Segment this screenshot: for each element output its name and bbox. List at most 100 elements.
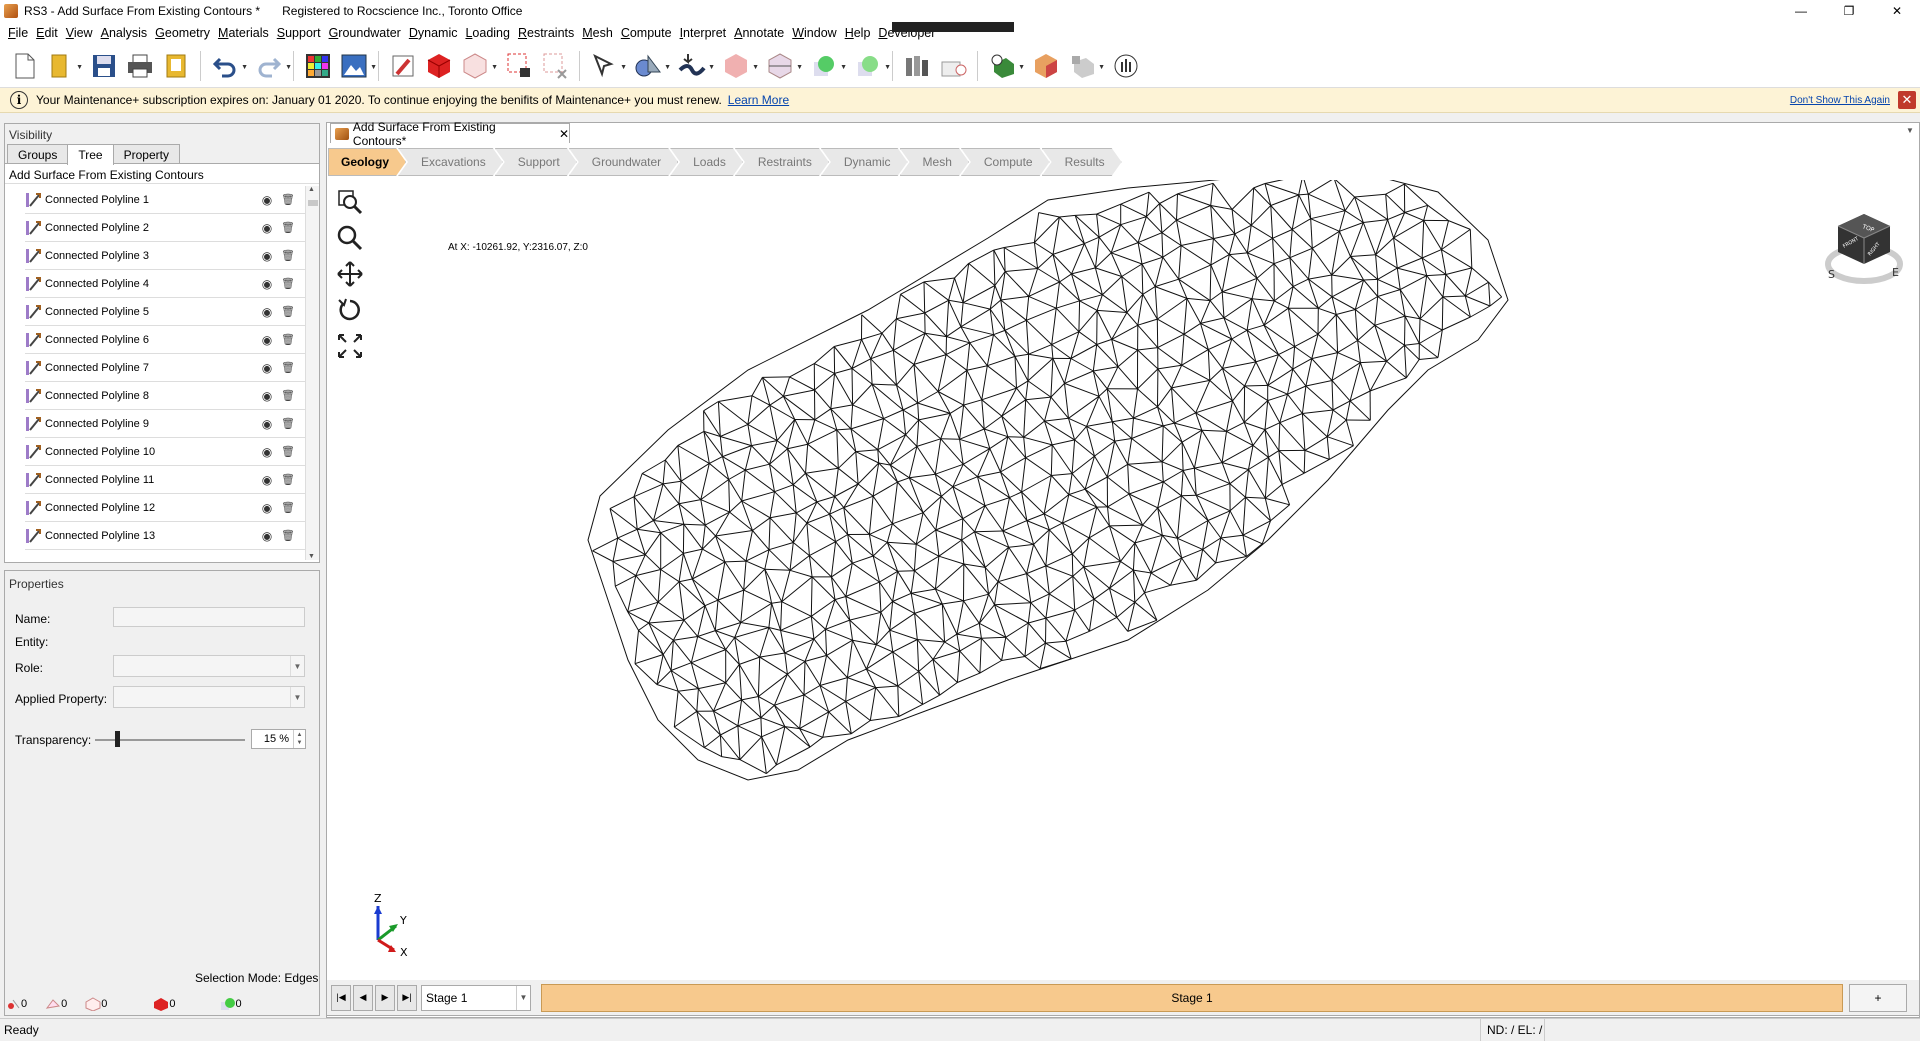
sketch-button[interactable]	[937, 50, 969, 82]
import-surface-button[interactable]: ▼	[676, 50, 708, 82]
menu-loading[interactable]: Loading	[465, 26, 510, 40]
stage-combo[interactable]: Stage 1▼	[421, 985, 531, 1011]
trash-icon[interactable]: 🗑	[281, 473, 295, 486]
next-stage-button[interactable]: ▶	[375, 985, 395, 1011]
close-tab-icon[interactable]: ✕	[559, 127, 569, 141]
selection-pointer-button[interactable]: ▼	[588, 50, 620, 82]
trash-icon[interactable]: 🗑	[281, 305, 295, 318]
eye-icon[interactable]: ◉	[259, 445, 275, 459]
menu-materials[interactable]: Materials	[218, 26, 269, 40]
workflow-step-restraints[interactable]: Restraints	[735, 148, 829, 176]
eye-icon[interactable]: ◉	[259, 277, 275, 291]
tree-row[interactable]: Connected Polyline 8◉🗑	[25, 382, 305, 410]
close-notice-icon[interactable]: ✕	[1898, 91, 1916, 109]
menu-dynamic[interactable]: Dynamic	[409, 26, 458, 40]
trash-icon[interactable]: 🗑	[281, 333, 295, 346]
prev-stage-button[interactable]: ◀	[353, 985, 373, 1011]
last-stage-button[interactable]: ▶|	[397, 985, 417, 1011]
shapes-button[interactable]: ▼	[632, 50, 664, 82]
eye-icon[interactable]: ◉	[259, 361, 275, 375]
applied-property-combo[interactable]: ▼	[113, 686, 305, 708]
tree-row[interactable]: Connected Polyline 2◉🗑	[25, 214, 305, 242]
tree-row[interactable]: Connected Polyline 1◉🗑	[25, 186, 305, 214]
hand-tool-button[interactable]	[1110, 50, 1142, 82]
add-stage-button[interactable]: +	[1849, 984, 1907, 1012]
slice-box-button[interactable]: ▼	[764, 50, 796, 82]
workflow-step-dynamic[interactable]: Dynamic	[821, 148, 908, 176]
eye-icon[interactable]: ◉	[259, 305, 275, 319]
open-file-button[interactable]: ▼	[44, 50, 76, 82]
eye-icon[interactable]: ◉	[259, 473, 275, 487]
eye-icon[interactable]: ◉	[259, 389, 275, 403]
menu-window[interactable]: Window	[792, 26, 836, 40]
menu-help[interactable]: Help	[845, 26, 871, 40]
eye-icon[interactable]: ◉	[259, 333, 275, 347]
menu-edit[interactable]: Edit	[36, 26, 58, 40]
redo-button[interactable]: ▼	[253, 50, 285, 82]
tab-property[interactable]: Property	[113, 144, 180, 163]
workflow-step-excavations[interactable]: Excavations	[398, 148, 503, 176]
tab-menu-chevron-icon[interactable]: ▼	[1906, 126, 1914, 135]
deselect-button[interactable]	[539, 50, 571, 82]
tree-row[interactable]: Connected Polyline 7◉🗑	[25, 354, 305, 382]
scroll-down-icon[interactable]: ▼	[308, 553, 315, 560]
menu-restraints[interactable]: Restraints	[518, 26, 574, 40]
name-field[interactable]	[113, 607, 305, 627]
tab-tree[interactable]: Tree	[67, 144, 113, 165]
pipeline-button[interactable]	[901, 50, 933, 82]
workflow-step-loads[interactable]: Loads	[670, 148, 743, 176]
menu-support[interactable]: Support	[277, 26, 321, 40]
transparency-slider-thumb[interactable]	[115, 731, 120, 747]
navigation-cube[interactable]: TOP FRONT RIGHT S E	[1818, 206, 1910, 296]
trash-icon[interactable]: 🗑	[281, 193, 295, 206]
tree-root-label[interactable]: Add Surface From Existing Contours	[5, 164, 319, 184]
edit-tool-button[interactable]	[387, 50, 419, 82]
tree-row[interactable]: Connected Polyline 11◉🗑	[25, 466, 305, 494]
menu-groundwater[interactable]: Groundwater	[329, 26, 401, 40]
trash-icon[interactable]: 🗑	[281, 529, 295, 542]
maximize-button[interactable]: ❐	[1826, 0, 1872, 22]
eye-icon[interactable]: ◉	[259, 529, 275, 543]
learn-more-link[interactable]: Learn More	[728, 93, 789, 107]
tree-row[interactable]: Connected Polyline 4◉🗑	[25, 270, 305, 298]
menu-analysis[interactable]: Analysis	[101, 26, 148, 40]
trash-icon[interactable]: 🗑	[281, 221, 295, 234]
trash-icon[interactable]: 🗑	[281, 249, 295, 262]
eye-icon[interactable]: ◉	[259, 417, 275, 431]
eye-icon[interactable]: ◉	[259, 249, 275, 263]
transparency-spinbox[interactable]: 15 %▲▼	[251, 729, 306, 749]
trash-icon[interactable]: 🗑	[281, 277, 295, 290]
menu-interpret[interactable]: Interpret	[680, 26, 727, 40]
tree-row[interactable]: Connected Polyline 9◉🗑	[25, 410, 305, 438]
surface-mesh[interactable]	[328, 180, 1918, 975]
new-file-button[interactable]	[8, 50, 40, 82]
tree-row[interactable]: Connected Polyline 5◉🗑	[25, 298, 305, 326]
tab-groups[interactable]: Groups	[7, 144, 68, 163]
workflow-step-groundwater[interactable]: Groundwater	[569, 148, 678, 176]
export-button[interactable]	[160, 50, 192, 82]
trash-icon[interactable]: 🗑	[281, 501, 295, 514]
workflow-step-support[interactable]: Support	[495, 148, 577, 176]
print-button[interactable]	[124, 50, 156, 82]
workflow-step-mesh[interactable]: Mesh	[900, 148, 969, 176]
workflow-step-compute[interactable]: Compute	[961, 148, 1050, 176]
save-button[interactable]	[88, 50, 120, 82]
eye-icon[interactable]: ◉	[259, 193, 275, 207]
3d-viewport[interactable]: At X: -10261.92, Y:2316.07, Z:0 TOP FRON…	[328, 180, 1918, 975]
green-merge-button[interactable]: ▼	[852, 50, 884, 82]
stage-1-tab[interactable]: Stage 1	[541, 984, 1843, 1012]
visibility-toggle-button[interactable]: ▼	[986, 50, 1018, 82]
scroll-up-icon[interactable]: ▲	[308, 186, 315, 193]
workflow-step-results[interactable]: Results	[1042, 148, 1122, 176]
display-options-button[interactable]	[302, 50, 334, 82]
menu-compute[interactable]: Compute	[621, 26, 672, 40]
menu-annotate[interactable]: Annotate	[734, 26, 784, 40]
lock-selection-button[interactable]	[503, 50, 535, 82]
eye-icon[interactable]: ◉	[259, 221, 275, 235]
tree-row[interactable]: Connected Polyline 3◉🗑	[25, 242, 305, 270]
tree-scrollbar[interactable]: ▲ ▼	[305, 186, 319, 560]
document-tab[interactable]: Add Surface From Existing Contours* ✕	[330, 123, 570, 143]
dont-show-again-link[interactable]: Don't Show This Again	[1790, 95, 1890, 106]
assign-button[interactable]: ▼	[1066, 50, 1098, 82]
green-add-button[interactable]: ▼	[808, 50, 840, 82]
